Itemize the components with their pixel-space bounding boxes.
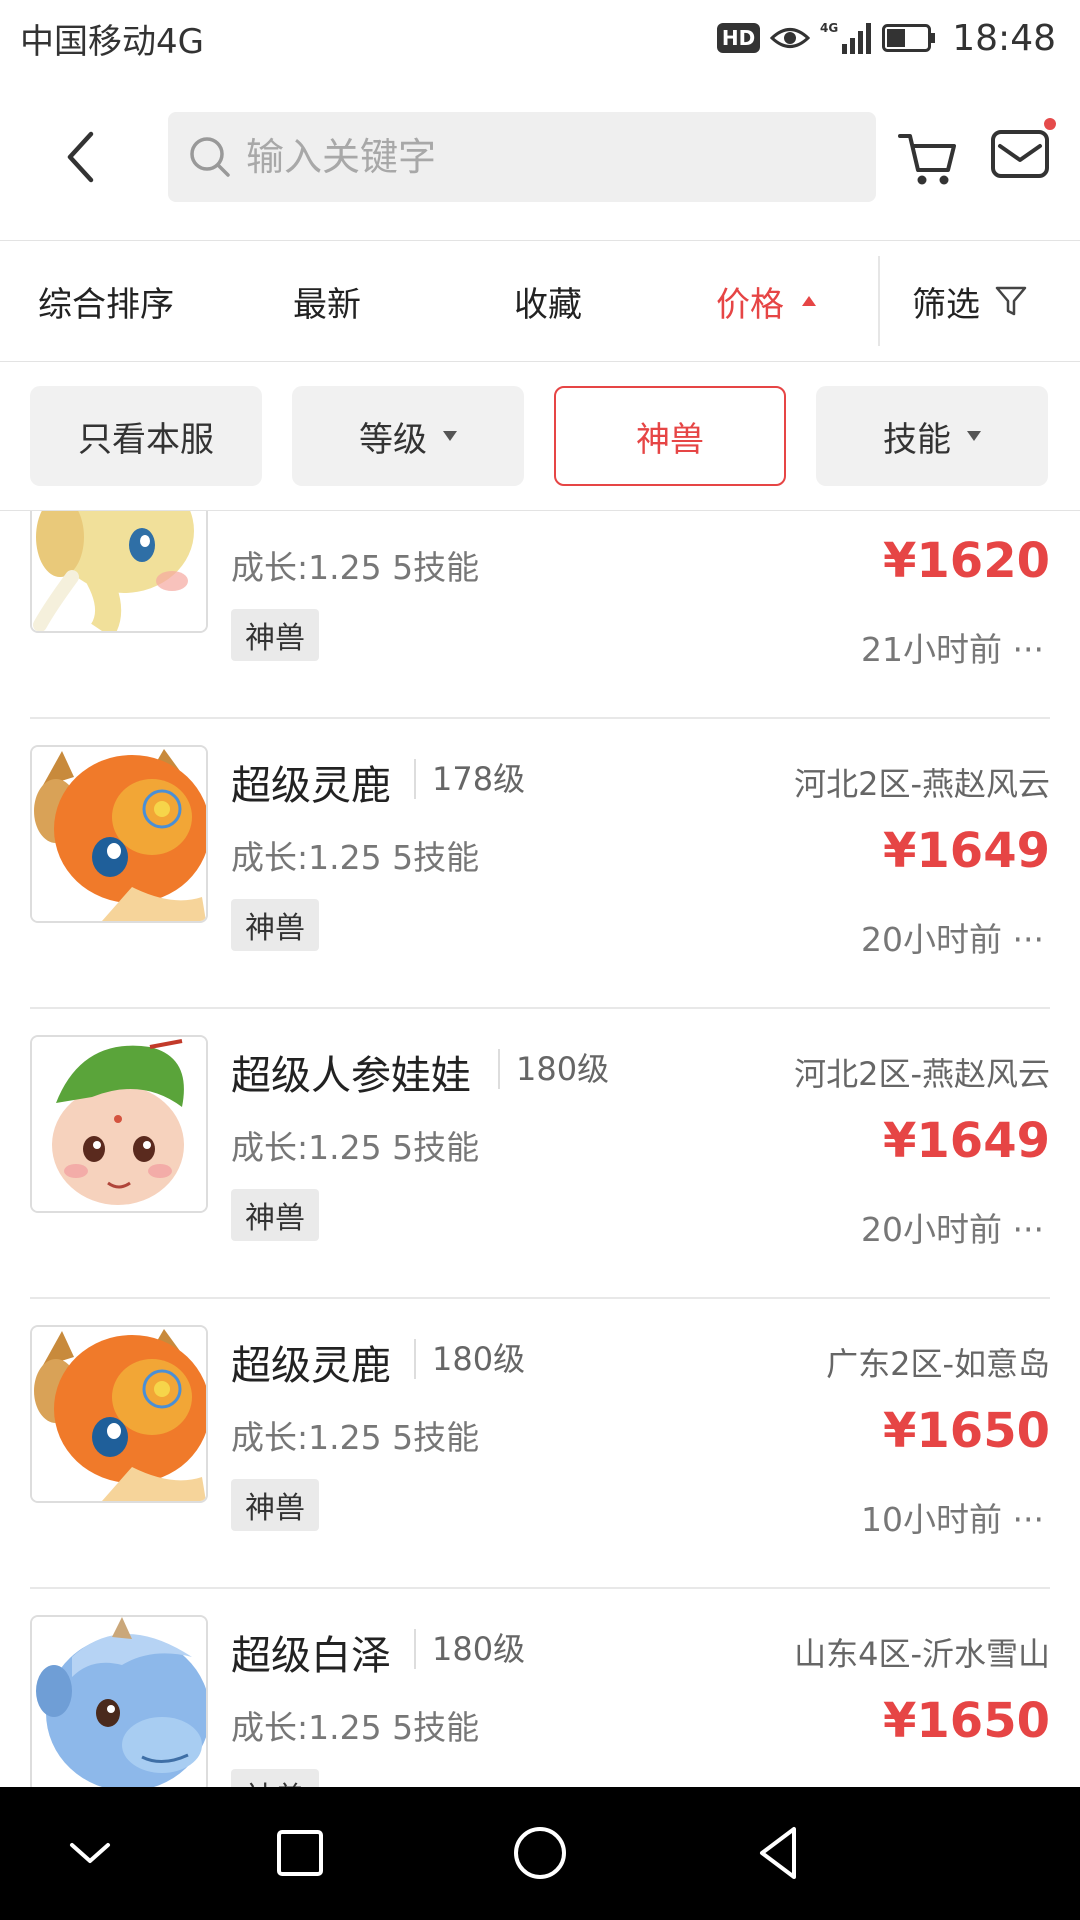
search-icon: [190, 137, 230, 177]
notification-dot: [1044, 118, 1056, 130]
pet-thumbnail-deer: [30, 1325, 208, 1503]
price: ¥1649: [883, 1113, 1050, 1169]
chip-skills[interactable]: 技能: [816, 386, 1048, 486]
recents-icon[interactable]: [268, 1821, 332, 1885]
chip-label: 等级: [359, 419, 427, 460]
sort-tab-comprehensive[interactable]: 综合排序: [38, 241, 174, 361]
price: ¥1649: [883, 823, 1050, 879]
list-item[interactable]: 超级人参娃娃 180级 河北2区-燕赵风云 成长:1.25 5技能 ¥1649 …: [0, 1009, 1080, 1299]
pet-level: 178级: [414, 759, 525, 799]
dropdown-caret-icon: [967, 431, 981, 441]
sort-ascending-icon: [802, 296, 816, 306]
sort-tab-price[interactable]: 价格: [716, 241, 816, 361]
back-icon[interactable]: [748, 1821, 812, 1885]
hd-badge: HD: [716, 23, 761, 53]
svg-text:4G: 4G: [820, 21, 838, 35]
pet-level: 180级: [414, 1339, 525, 1379]
pet-name: 超级灵鹿: [231, 1343, 391, 1389]
price: ¥1650: [883, 1403, 1050, 1459]
pet-name: 超级灵鹿: [231, 763, 391, 809]
sort-tab-favorites[interactable]: 收藏: [514, 241, 582, 361]
list-item[interactable]: 成长:1.25 5技能 ¥1620 神兽 21小时前 ···: [0, 511, 1080, 719]
attribute-text: 成长:1.25 5技能: [231, 1418, 480, 1457]
sort-tab-label: 收藏: [514, 284, 582, 325]
chip-this-server[interactable]: 只看本服: [30, 386, 262, 486]
category-tag: 神兽: [231, 1769, 319, 1787]
list-item[interactable]: 超级白泽 180级 山东4区-沂水雪山 成长:1.25 5技能 ¥1650 神兽: [0, 1589, 1080, 1787]
filter-label: 筛选: [912, 284, 980, 325]
collapse-icon[interactable]: [58, 1821, 122, 1885]
attribute-text: 成长:1.25 5技能: [231, 838, 480, 877]
category-tag: 神兽: [231, 1479, 319, 1531]
attribute-text: 成长:1.25 5技能: [231, 1128, 480, 1167]
carrier-label: 中国移动4G: [20, 22, 204, 62]
attribute-text: 成长:1.25 5技能: [231, 548, 480, 587]
listing-time: 20小时前 ···: [861, 920, 1044, 959]
chip-label: 只看本服: [78, 419, 214, 460]
divider: [878, 256, 880, 346]
system-nav-bar: [0, 1787, 1080, 1920]
server-name: 河北2区-燕赵风云: [794, 1055, 1050, 1093]
battery-icon: [882, 24, 936, 52]
cart-icon[interactable]: [896, 126, 960, 190]
mail-icon[interactable]: [988, 122, 1052, 186]
chip-label: 神兽: [636, 419, 704, 460]
list-item[interactable]: 超级灵鹿 180级 广东2区-如意岛 成长:1.25 5技能 ¥1650 神兽 …: [0, 1299, 1080, 1589]
price: ¥1650: [883, 1693, 1050, 1749]
server-name: 河北2区-燕赵风云: [794, 765, 1050, 803]
listing-time: 20小时前 ···: [861, 1210, 1044, 1249]
filter-button[interactable]: 筛选: [912, 241, 1028, 361]
sort-bar: 综合排序 最新 收藏 价格 筛选: [0, 241, 1080, 362]
chevron-left-icon: [67, 131, 94, 183]
pet-name: 超级白泽: [231, 1633, 391, 1679]
chip-level[interactable]: 等级: [292, 386, 524, 486]
pet-level: 180级: [498, 1049, 609, 1089]
sort-tab-label: 最新: [293, 284, 361, 325]
dropdown-caret-icon: [443, 431, 457, 441]
chip-label: 技能: [883, 419, 951, 460]
listing-time: 21小时前 ···: [861, 630, 1044, 669]
back-button[interactable]: [50, 122, 110, 192]
pet-thumbnail-elephant: [30, 511, 208, 633]
status-icons: HD 4G 18:48: [716, 12, 1056, 64]
pet-thumbnail-ginseng-baby: [30, 1035, 208, 1213]
list-item[interactable]: 超级灵鹿 178级 河北2区-燕赵风云 成长:1.25 5技能 ¥1649 神兽…: [0, 719, 1080, 1009]
eye-icon: [770, 28, 811, 48]
sort-tab-newest[interactable]: 最新: [293, 241, 361, 361]
pet-name: 超级人参娃娃: [231, 1053, 471, 1099]
search-input[interactable]: [244, 134, 848, 180]
attribute-text: 成长:1.25 5技能: [231, 1708, 480, 1747]
server-name: 广东2区-如意岛: [826, 1345, 1050, 1383]
sort-tab-label: 价格: [716, 284, 784, 325]
clock: 18:48: [952, 17, 1056, 59]
pet-thumbnail-baize: [30, 1615, 208, 1787]
status-bar: 中国移动4G HD 4G 18:48: [0, 0, 1080, 76]
price: ¥1620: [883, 533, 1050, 589]
listing-list[interactable]: 成长:1.25 5技能 ¥1620 神兽 21小时前 ··· 超级灵鹿 178级: [0, 511, 1080, 1787]
pet-level: 180级: [414, 1629, 525, 1669]
sort-tab-label: 综合排序: [38, 284, 174, 325]
search-box[interactable]: [168, 112, 876, 202]
category-tag: 神兽: [231, 899, 319, 951]
chip-divine-beast[interactable]: 神兽: [554, 386, 786, 486]
search-header: [0, 76, 1080, 241]
pet-thumbnail-deer: [30, 745, 208, 923]
filter-chips: 只看本服 等级 神兽 技能: [0, 362, 1080, 511]
category-tag: 神兽: [231, 609, 319, 661]
category-tag: 神兽: [231, 1189, 319, 1241]
signal-icon: 4G: [820, 21, 872, 54]
home-icon[interactable]: [508, 1821, 572, 1885]
filter-icon: [995, 286, 1027, 316]
server-name: 山东4区-沂水雪山: [794, 1635, 1050, 1673]
listing-time: 10小时前 ···: [861, 1500, 1044, 1539]
